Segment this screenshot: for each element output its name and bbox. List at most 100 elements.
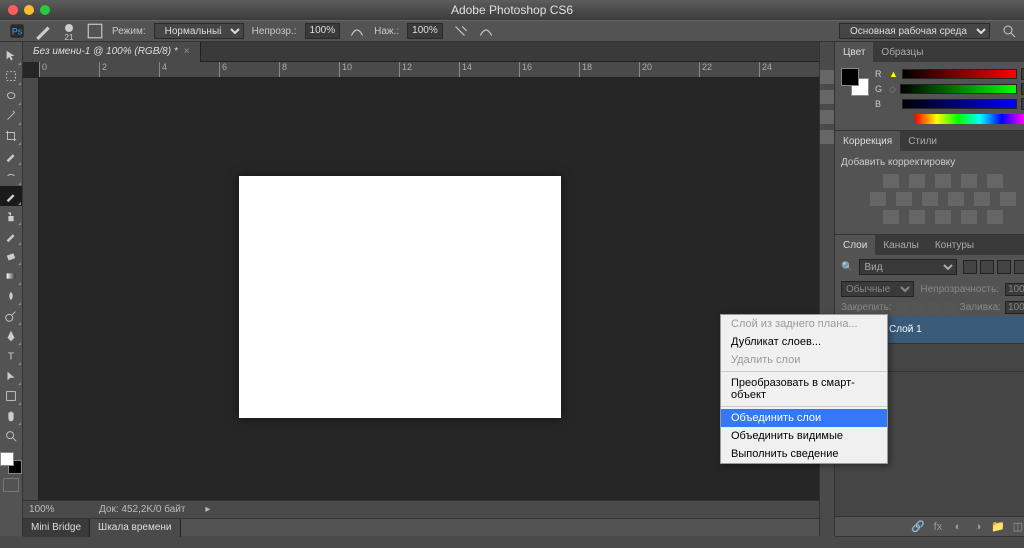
brightness-icon[interactable] bbox=[883, 174, 899, 188]
doc-info[interactable]: Док: 452,2K/0 байт bbox=[99, 504, 185, 515]
layer-opacity-value[interactable]: 100% bbox=[1005, 283, 1024, 296]
new-layer-icon[interactable]: ◫ bbox=[1011, 520, 1024, 534]
move-tool[interactable] bbox=[0, 46, 22, 66]
ps-logo-icon[interactable]: Ps bbox=[8, 22, 26, 40]
workspace-select[interactable]: Основная рабочая среда bbox=[839, 23, 990, 39]
channel-mixer-icon[interactable] bbox=[974, 192, 990, 206]
hand-tool[interactable] bbox=[0, 406, 22, 426]
fill-value[interactable]: 100% bbox=[1005, 301, 1024, 314]
color-balance-icon[interactable] bbox=[896, 192, 912, 206]
blur-tool[interactable] bbox=[0, 286, 22, 306]
ruler-horizontal[interactable]: 024681012141618202224 bbox=[39, 62, 819, 78]
pressure-size-icon[interactable] bbox=[477, 22, 495, 40]
layers-tab[interactable]: Слои bbox=[835, 235, 875, 255]
tool-preset-icon[interactable] bbox=[34, 22, 52, 40]
airbrush-icon[interactable] bbox=[451, 22, 469, 40]
pressure-opacity-icon[interactable] bbox=[348, 22, 366, 40]
invert-icon[interactable] bbox=[883, 210, 899, 224]
brush-preset-picker[interactable]: 21 bbox=[60, 22, 78, 40]
flow-field[interactable]: 100% bbox=[407, 23, 443, 39]
exposure-icon[interactable] bbox=[961, 174, 977, 188]
crop-tool[interactable] bbox=[0, 126, 22, 146]
swatches-tab[interactable]: Образцы bbox=[873, 42, 931, 62]
marquee-tool[interactable] bbox=[0, 66, 22, 86]
zoom-tool[interactable] bbox=[0, 426, 22, 446]
blend-mode-select[interactable]: Нормальный bbox=[154, 23, 244, 39]
close-window-button[interactable] bbox=[8, 5, 18, 15]
collapsed-panel-icon[interactable] bbox=[820, 130, 834, 144]
color-lookup-icon[interactable] bbox=[1000, 192, 1016, 206]
minimize-window-button[interactable] bbox=[24, 5, 34, 15]
posterize-icon[interactable] bbox=[909, 210, 925, 224]
menu-item[interactable]: Объединить видимые bbox=[721, 427, 887, 445]
levels-icon[interactable] bbox=[909, 174, 925, 188]
gradient-tool[interactable] bbox=[0, 266, 22, 286]
lock-all-icon[interactable] bbox=[944, 302, 956, 314]
lock-pixels-icon[interactable] bbox=[912, 302, 924, 314]
brush-panel-icon[interactable] bbox=[86, 22, 104, 40]
document-canvas[interactable] bbox=[239, 176, 561, 418]
pen-tool[interactable] bbox=[0, 326, 22, 346]
filter-adjust-icon[interactable] bbox=[980, 260, 994, 274]
styles-tab[interactable]: Стили bbox=[900, 131, 945, 151]
document-tab[interactable]: Без имени-1 @ 100% (RGB/8) * × bbox=[23, 42, 201, 62]
curves-icon[interactable] bbox=[935, 174, 951, 188]
filter-image-icon[interactable] bbox=[963, 260, 977, 274]
brush-tool[interactable] bbox=[0, 186, 22, 206]
timeline-tab[interactable]: Шкала времени bbox=[90, 519, 180, 537]
menu-item[interactable]: Выполнить сведение bbox=[721, 445, 887, 463]
ruler-vertical[interactable] bbox=[23, 78, 39, 500]
dodge-tool[interactable] bbox=[0, 306, 22, 326]
search-icon[interactable] bbox=[1002, 24, 1016, 38]
channels-tab[interactable]: Каналы bbox=[875, 235, 927, 255]
r-slider[interactable] bbox=[902, 69, 1017, 79]
doc-info-arrow-icon[interactable]: ▸ bbox=[205, 504, 210, 515]
g-slider[interactable] bbox=[900, 84, 1017, 94]
zoom-field[interactable]: 100% bbox=[29, 504, 79, 515]
magic-wand-tool[interactable] bbox=[0, 106, 22, 126]
blend-mode-select[interactable]: Обычные bbox=[841, 281, 914, 297]
filter-type-icon[interactable] bbox=[997, 260, 1011, 274]
gradient-map-icon[interactable] bbox=[987, 210, 1003, 224]
layer-mask-icon[interactable]: ◐ bbox=[951, 520, 965, 534]
type-tool[interactable]: T bbox=[0, 346, 22, 366]
collapsed-panel-icon[interactable] bbox=[820, 110, 834, 124]
filter-kind-icon[interactable]: 🔍 bbox=[841, 262, 853, 273]
vibrance-icon[interactable] bbox=[987, 174, 1003, 188]
photo-filter-icon[interactable] bbox=[948, 192, 964, 206]
collapsed-panel-icon[interactable] bbox=[820, 90, 834, 104]
paths-tab[interactable]: Контуры bbox=[927, 235, 982, 255]
quick-mask-toggle[interactable] bbox=[3, 478, 19, 492]
lasso-tool[interactable] bbox=[0, 86, 22, 106]
lock-position-icon[interactable] bbox=[928, 302, 940, 314]
clone-stamp-tool[interactable] bbox=[0, 206, 22, 226]
path-selection-tool[interactable] bbox=[0, 366, 22, 386]
hue-icon[interactable] bbox=[870, 192, 886, 206]
color-swatches[interactable] bbox=[0, 452, 22, 474]
mini-bridge-tab[interactable]: Mini Bridge bbox=[23, 519, 90, 537]
hue-strip[interactable] bbox=[915, 114, 1024, 124]
layer-filter-select[interactable]: Вид bbox=[859, 259, 957, 275]
layer-name[interactable]: Слой 1 bbox=[889, 324, 922, 335]
opacity-field[interactable]: 100% bbox=[305, 23, 341, 39]
healing-brush-tool[interactable] bbox=[0, 166, 22, 186]
zoom-window-button[interactable] bbox=[40, 5, 50, 15]
eraser-tool[interactable] bbox=[0, 246, 22, 266]
foreground-color[interactable] bbox=[0, 452, 14, 466]
link-layers-icon[interactable]: 🔗 bbox=[911, 520, 925, 534]
layer-group-icon[interactable]: 📁 bbox=[991, 520, 1005, 534]
history-brush-tool[interactable] bbox=[0, 226, 22, 246]
adjustments-tab[interactable]: Коррекция bbox=[835, 131, 900, 151]
threshold-icon[interactable] bbox=[935, 210, 951, 224]
filter-shape-icon[interactable] bbox=[1014, 260, 1024, 274]
close-tab-icon[interactable]: × bbox=[184, 46, 190, 57]
shape-tool[interactable] bbox=[0, 386, 22, 406]
menu-item[interactable]: Объединить слои bbox=[721, 409, 887, 427]
canvas-viewport[interactable] bbox=[39, 78, 819, 500]
adjustment-layer-icon[interactable]: ◑ bbox=[971, 520, 985, 534]
eyedropper-tool[interactable] bbox=[0, 146, 22, 166]
menu-item[interactable]: Преобразовать в смарт-объект bbox=[721, 374, 887, 404]
color-tab[interactable]: Цвет bbox=[835, 42, 873, 62]
layer-style-icon[interactable]: fx bbox=[931, 520, 945, 534]
bw-icon[interactable] bbox=[922, 192, 938, 206]
